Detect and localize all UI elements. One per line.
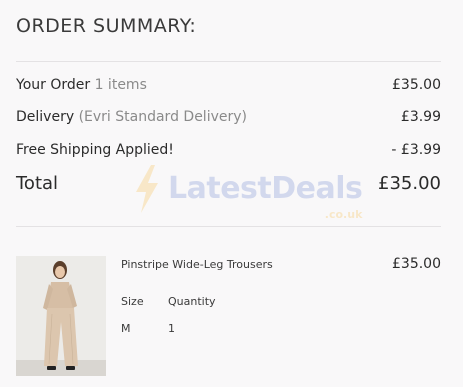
delivery-label: Delivery (16, 109, 75, 125)
free-shipping-label: Free Shipping Applied! (16, 142, 174, 158)
your-order-row: Your Order 1 items £35.00 (16, 77, 441, 93)
delivery-method: (Evri Standard Delivery) (78, 109, 247, 125)
product-photo (16, 256, 106, 376)
delivery-value: £3.99 (400, 109, 441, 125)
item-count: 1 items (94, 77, 147, 93)
your-order-label: Your Order (16, 77, 91, 93)
free-shipping-row: Free Shipping Applied! - £3.99 (16, 142, 441, 158)
divider (16, 226, 441, 227)
size-value: M (121, 322, 131, 335)
order-summary-title: ORDER SUMMARY: (16, 15, 197, 37)
quantity-label: Quantity (168, 295, 216, 308)
total-value: £35.00 (378, 173, 441, 194)
free-shipping-value: - £3.99 (391, 142, 441, 158)
delivery-label-group: Delivery (Evri Standard Delivery) (16, 109, 247, 125)
total-row: Total £35.00 (16, 173, 441, 194)
watermark-domain: .co.uk (324, 208, 363, 221)
delivery-row: Delivery (Evri Standard Delivery) £3.99 (16, 109, 441, 125)
product-price: £35.00 (392, 256, 441, 272)
divider (16, 61, 441, 62)
size-label: Size (121, 295, 144, 308)
product-image[interactable] (16, 256, 106, 376)
your-order-value: £35.00 (392, 77, 441, 93)
your-order-label-group: Your Order 1 items (16, 77, 147, 93)
quantity-value: 1 (168, 322, 175, 335)
total-label: Total (16, 173, 59, 194)
product-name[interactable]: Pinstripe Wide-Leg Trousers (121, 258, 273, 271)
